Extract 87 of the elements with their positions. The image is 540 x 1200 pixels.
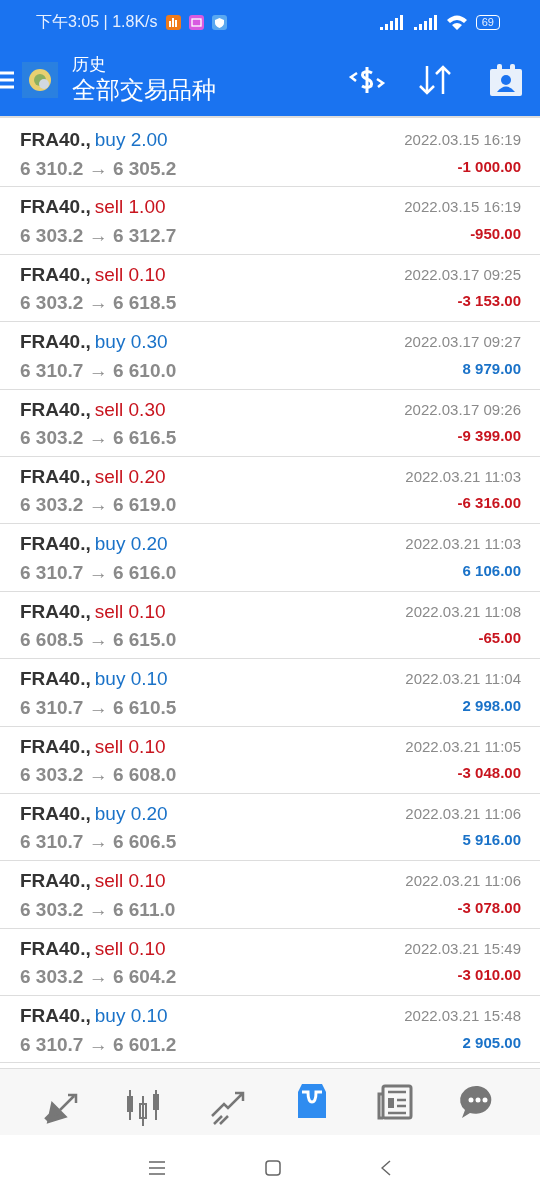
trade-symbol: FRA40.,: [20, 869, 91, 894]
trade-time: 2022.03.17 09:26: [404, 399, 521, 420]
trade-time: 2022.03.17 09:25: [404, 264, 521, 285]
trade-time: 2022.03.21 11:06: [405, 803, 521, 824]
trade-time: 2022.03.21 11:03: [405, 466, 521, 487]
trade-time: 2022.03.21 11:04: [405, 669, 521, 690]
contact-card-icon[interactable]: [490, 64, 522, 96]
profit-value: -9 399.00: [457, 426, 521, 447]
trade-side-volume: sell 0.10: [94, 262, 166, 287]
battery-level: 69: [475, 14, 500, 30]
trade-symbol: FRA40.,: [20, 734, 91, 759]
currency-exchange-icon[interactable]: [348, 65, 386, 95]
trade-time: 2022.03.21 15:48: [404, 1006, 521, 1027]
trade-side-volume: sell 0.10: [94, 869, 166, 894]
price-range: 6 608.5 → 6 615.0: [20, 628, 177, 653]
home-icon[interactable]: [265, 1159, 281, 1176]
header-title: 全部交易品种: [72, 75, 217, 105]
shield-icon: [211, 14, 227, 30]
trade-symbol: FRA40.,: [20, 330, 91, 355]
trade-side-volume: buy 0.20: [94, 532, 168, 557]
status-time: 下午3:05 | 1.8K/s: [36, 12, 158, 32]
trade-side-volume: sell 0.30: [94, 397, 166, 422]
price-range: 6 303.2 → 6 616.5: [20, 426, 177, 451]
trade-side-volume: buy 0.30: [94, 330, 168, 355]
profit-value: -3 153.00: [457, 291, 521, 312]
trade-time: 2022.03.21 11:05: [405, 736, 521, 757]
profit-value: 6 106.00: [462, 560, 521, 581]
trade-symbol: FRA40.,: [20, 397, 91, 422]
trade-side-volume: buy 0.20: [94, 801, 168, 826]
app-notification-icon: [165, 14, 181, 30]
header-subtitle: 历史: [72, 55, 107, 75]
profit-value: -6 316.00: [457, 493, 521, 514]
trade-side-volume: buy 0.10: [94, 667, 168, 692]
price-range: 6 310.7 → 6 610.0: [20, 358, 177, 383]
trade-time: 2022.03.17 09:27: [404, 332, 521, 353]
price-range: 6 303.2 → 6 604.2: [20, 965, 177, 990]
trade-side-volume: sell 0.20: [94, 464, 166, 489]
app-logo-icon: [22, 62, 58, 98]
profit-value: 2 905.00: [462, 1032, 521, 1053]
trade-side-volume: sell 0.10: [94, 936, 166, 961]
trade-side-volume: sell 1.00: [94, 195, 166, 220]
price-range: 6 303.2 → 6 611.0: [20, 897, 176, 922]
profit-value: 2 998.00: [462, 695, 521, 716]
profit-value: -3 010.00: [457, 965, 521, 986]
menu-icon[interactable]: [149, 1160, 165, 1175]
profit-value: 8 979.00: [462, 358, 521, 379]
trade-symbol: FRA40.,: [20, 195, 91, 220]
price-range: 6 310.7 → 6 601.2: [20, 1032, 177, 1057]
trade-time: 2022.03.15 16:19: [404, 130, 521, 150]
trade-symbol: FRA40.,: [20, 1004, 91, 1029]
sort-icon[interactable]: [418, 64, 452, 96]
trade-symbol: FRA40.,: [20, 801, 91, 826]
back-icon[interactable]: [381, 1159, 391, 1176]
trade-time: 2022.03.21 15:49: [404, 938, 521, 959]
trade-symbol: FRA40.,: [20, 128, 91, 152]
price-range: 6 303.2 → 6 312.7: [20, 223, 177, 248]
price-range: 6 303.2 → 6 619.0: [20, 493, 177, 518]
mail-icon: [188, 14, 204, 30]
trade-symbol: FRA40.,: [20, 262, 91, 287]
trade-side-volume: buy 0.10: [94, 1004, 168, 1029]
trade-time: 2022.03.15 16:19: [404, 197, 521, 218]
profit-value: -1 000.00: [457, 156, 521, 177]
profit-value: 5 916.00: [462, 830, 521, 851]
profit-value: -3 078.00: [457, 897, 521, 918]
wifi-icon: [445, 14, 468, 30]
trade-symbol: FRA40.,: [20, 667, 91, 692]
trade-symbol: FRA40.,: [20, 532, 91, 557]
price-range: 6 303.2 → 6 618.5: [20, 291, 177, 316]
trade-time: 2022.03.21 11:06: [405, 871, 521, 892]
trade-time: 2022.03.21 11:03: [405, 534, 521, 555]
profit-value: -3 048.00: [457, 763, 521, 783]
price-range: 6 310.7 → 6 610.5: [20, 695, 177, 720]
signal-icon: [377, 14, 404, 30]
trade-side-volume: buy 2.00: [94, 128, 168, 152]
price-range: 6 303.2 → 6 608.0: [20, 763, 177, 787]
price-range: 6 310.7 → 6 606.5: [20, 830, 177, 855]
trade-time: 2022.03.21 11:08: [405, 601, 521, 622]
profit-value: -65.00: [478, 628, 521, 649]
signal-icon: [411, 14, 438, 30]
price-range: 6 310.7 → 6 616.0: [20, 560, 177, 585]
trade-side-volume: sell 0.10: [94, 599, 166, 624]
trade-symbol: FRA40.,: [20, 599, 91, 624]
trade-side-volume: sell 0.10: [94, 734, 166, 759]
trade-symbol: FRA40.,: [20, 464, 91, 489]
trade-symbol: FRA40.,: [20, 936, 91, 961]
price-range: 6 310.2 → 6 305.2: [20, 156, 177, 181]
profit-value: -950.00: [470, 223, 521, 244]
